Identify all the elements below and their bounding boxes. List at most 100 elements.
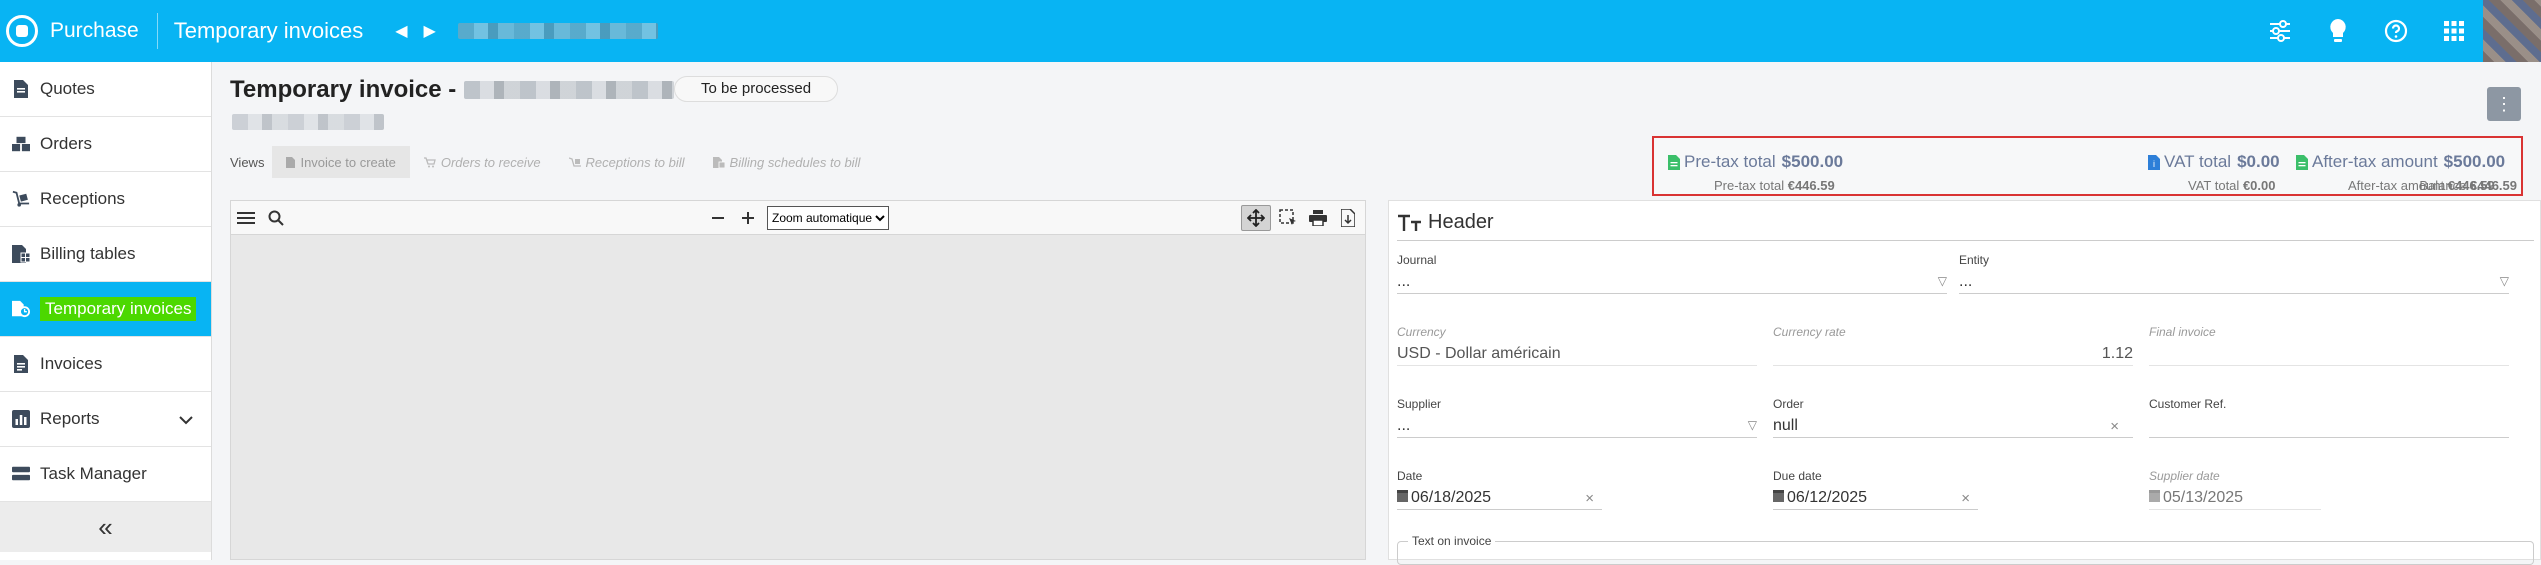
print-icon[interactable] — [1307, 207, 1329, 229]
currency-value: USD - Dollar américain — [1397, 345, 1561, 362]
divider — [156, 13, 158, 49]
green-document-icon — [2296, 154, 2308, 170]
temp-invoice-icon — [12, 300, 30, 318]
currency-field: Currency USD - Dollar américain — [1397, 325, 1757, 369]
user-avatar[interactable] — [2483, 0, 2541, 62]
dropdown-arrow-icon[interactable]: ▽ — [2500, 274, 2509, 288]
main-content: Temporary invoice - To be processed ⋮ Vi… — [212, 62, 2541, 565]
sidebar-toggle-icon[interactable] — [235, 207, 257, 229]
sidebar-item-label: Orders — [40, 134, 92, 153]
pretax-total-local: Pre-tax total €446.59 — [1714, 178, 1835, 193]
view-receptions-to-bill[interactable]: Receptions to bill — [555, 146, 699, 178]
orders-boxes-icon — [12, 135, 30, 153]
clear-icon[interactable]: × — [1585, 490, 1594, 507]
sidebar-item-quotes[interactable]: Quotes — [0, 62, 211, 117]
page-title: Temporary invoice - — [230, 76, 675, 104]
clear-icon[interactable]: × — [1961, 490, 1970, 507]
svg-text:i: i — [2153, 159, 2155, 169]
sidebar-item-billing-tables[interactable]: Billing tables — [0, 227, 211, 282]
next-record-icon[interactable]: ▶ — [424, 21, 436, 41]
view-orders-to-receive[interactable]: Orders to receive — [410, 146, 555, 178]
more-actions-button[interactable]: ⋮ — [2487, 87, 2521, 121]
views-bar: Views Invoice to create Orders to receiv… — [230, 146, 874, 178]
order-value: null — [1773, 417, 1798, 434]
order-field[interactable]: Order null × — [1773, 397, 2133, 441]
status-badge: To be processed — [674, 76, 839, 102]
search-icon[interactable] — [265, 207, 287, 229]
calendar-icon — [1397, 490, 1408, 502]
settings-sliders-icon[interactable] — [2251, 0, 2309, 62]
calendar-icon — [1773, 490, 1784, 502]
final-invoice-field: Final invoice — [2149, 325, 2509, 369]
download-icon[interactable] — [1337, 207, 1359, 229]
due-date-value: 06/12/2025 — [1787, 489, 1868, 506]
currency-rate-value: 1.12 — [2101, 345, 2133, 362]
cart-icon — [423, 156, 436, 167]
top-bar: Purchase Temporary invoices ◀ ▶ — [0, 0, 2541, 62]
header-section-title: Header — [1397, 211, 1494, 234]
dropdown-arrow-icon[interactable]: ▽ — [1938, 274, 1947, 288]
supplier-field[interactable]: Supplier ... ▽ — [1397, 397, 1757, 441]
zoom-select[interactable]: Zoom automatique — [767, 206, 889, 230]
record-name-redacted — [457, 23, 658, 39]
sidebar-item-receptions[interactable]: Receptions — [0, 172, 211, 227]
invoice-icon — [12, 355, 30, 373]
journal-value: ... — [1397, 273, 1411, 290]
sidebar-item-label: Receptions — [40, 189, 126, 208]
sidebar-item-orders[interactable]: Orders — [0, 117, 211, 172]
currency-rate-field: Currency rate 1.12 — [1773, 325, 2133, 369]
zoom-out-icon[interactable] — [707, 207, 729, 229]
entity-field[interactable]: Entity ... ▽ — [1959, 253, 2509, 297]
date-value: 06/18/2025 — [1411, 489, 1492, 506]
report-icon — [12, 410, 30, 428]
sidebar-item-reports[interactable]: Reports — [0, 392, 211, 447]
invoice-form: Header Journal ... ▽ Entity ... ▽ Curren… — [1388, 200, 2541, 565]
text-on-invoice-field[interactable]: Text on invoice — [1397, 534, 2534, 565]
pdf-viewer[interactable]: Zoom automatique — [230, 200, 1366, 560]
sidebar-item-task-manager[interactable]: Task Manager — [0, 447, 211, 502]
after-tax-amount: After-tax amount $500.00 — [2296, 152, 2505, 172]
sidebar-item-temporary-invoices[interactable]: Temporary invoices — [0, 282, 211, 337]
pan-tool-icon[interactable] — [1241, 205, 1271, 231]
vat-total-local: VAT total €0.00 — [2188, 178, 2276, 193]
vat-total: i VAT total $0.00 — [2148, 152, 2280, 172]
zoom-in-icon[interactable] — [737, 207, 759, 229]
dolly-icon — [568, 156, 581, 167]
sidebar-item-label: Billing tables — [40, 244, 136, 263]
help-icon[interactable] — [2367, 0, 2425, 62]
invoice-reference-redacted — [464, 81, 675, 99]
supplier-date-value: 05/13/2025 — [2163, 489, 2244, 506]
chevron-down-icon[interactable] — [179, 410, 193, 430]
blue-document-icon: i — [2148, 154, 2160, 170]
sidebar-item-label: Quotes — [40, 79, 95, 98]
clear-icon[interactable]: × — [2110, 418, 2119, 435]
customer-ref-field[interactable]: Customer Ref. — [2149, 397, 2509, 441]
previous-record-icon[interactable]: ◀ — [395, 21, 407, 41]
journal-field[interactable]: Journal ... ▽ — [1397, 253, 1947, 297]
task-manager-icon — [12, 465, 30, 483]
view-invoice-to-create[interactable]: Invoice to create — [272, 146, 410, 178]
date-field[interactable]: Date 06/18/2025 × — [1397, 469, 1602, 513]
sidebar-item-invoices[interactable]: Invoices — [0, 337, 211, 392]
totals-panel: Pre-tax total $500.00 Pre-tax total €446.… — [1652, 136, 2523, 196]
view-billing-schedules-to-bill[interactable]: Billing schedules to bill — [699, 146, 875, 178]
pretax-total: Pre-tax total $500.00 — [1668, 152, 1843, 172]
dropdown-arrow-icon[interactable]: ▽ — [1748, 418, 1757, 432]
lightbulb-icon[interactable] — [2309, 0, 2367, 62]
apps-grid-icon[interactable] — [2425, 0, 2483, 62]
text-format-icon — [1398, 214, 1421, 231]
pdf-toolbar: Zoom automatique — [231, 201, 1365, 235]
select-tool-icon[interactable] — [1277, 207, 1299, 229]
page-title-text: Temporary invoice - — [230, 76, 457, 103]
app-title[interactable]: Purchase — [50, 19, 139, 43]
balance: Balance €446.59 — [2419, 178, 2517, 193]
views-label: Views — [230, 154, 265, 170]
collapse-sidebar-button[interactable]: « — [0, 502, 211, 552]
due-date-field[interactable]: Due date 06/12/2025 × — [1773, 469, 1978, 513]
billing-table-icon — [712, 156, 725, 168]
sidebar-item-label: Task Manager — [40, 464, 147, 483]
app-logo-icon[interactable] — [6, 15, 38, 47]
sidebar: Quotes Orders Receptions Billing tables … — [0, 62, 212, 560]
divider — [1397, 240, 2534, 241]
entity-value: ... — [1959, 273, 1973, 290]
